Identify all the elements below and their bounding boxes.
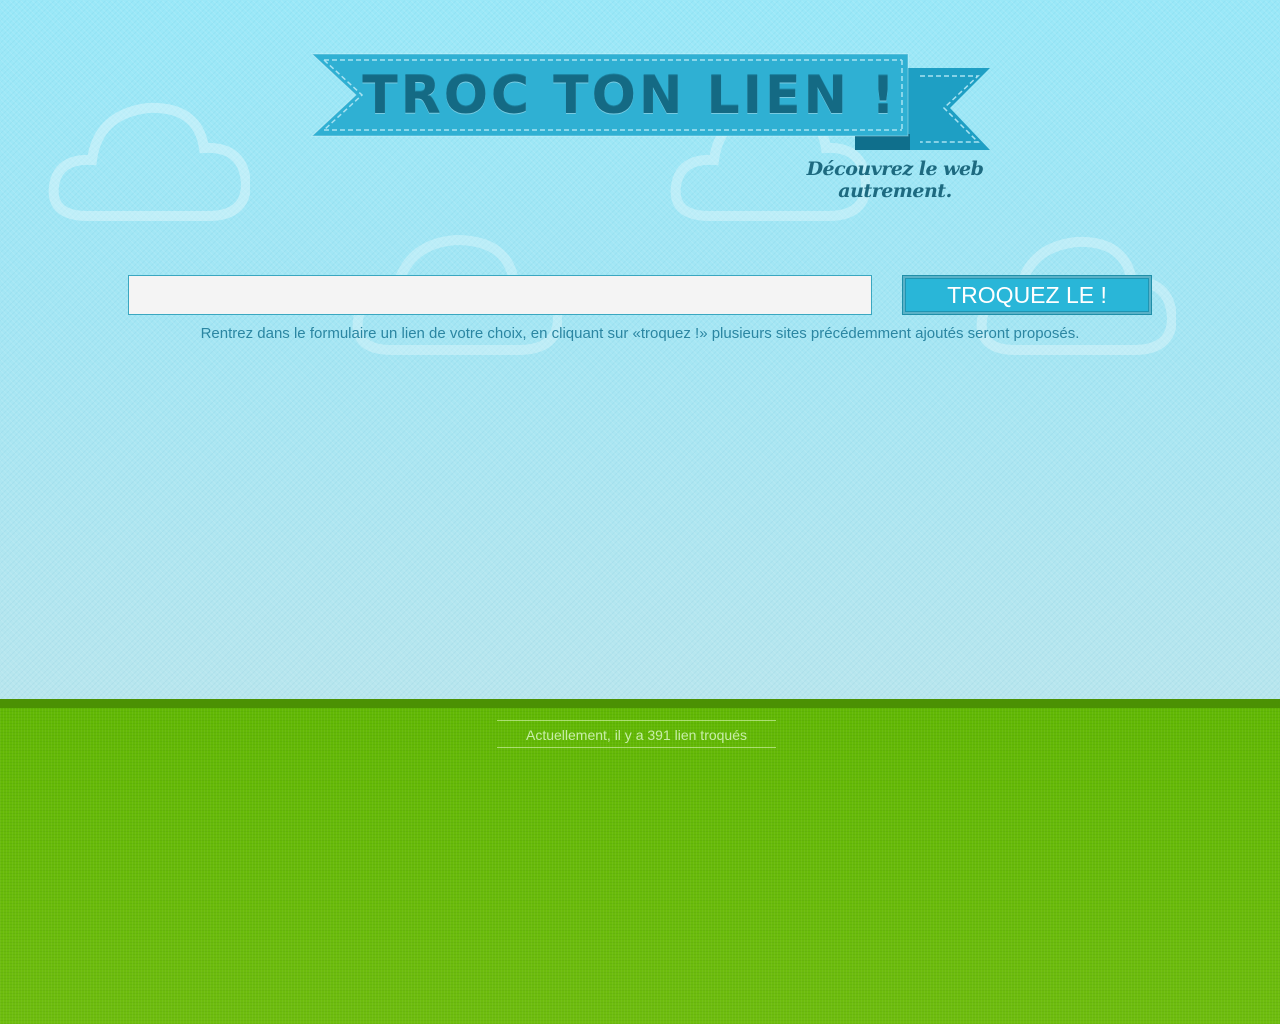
link-input[interactable] xyxy=(128,275,872,315)
logo-title: TROC TON LIEN ! xyxy=(362,66,898,126)
troquez-button[interactable]: TROQUEZ LE ! xyxy=(902,275,1152,315)
help-text: Rentrez dans le formulaire un lien de vo… xyxy=(200,325,1080,342)
links-counter: Actuellement, il y a 391 lien troqués xyxy=(497,720,776,748)
tagline: Découvrez le web autrement. xyxy=(806,158,984,202)
cloud-icon xyxy=(48,102,250,221)
grass-edge xyxy=(0,699,1280,708)
page: TROC TON LIEN ! Découvrez le web autreme… xyxy=(0,0,1280,1024)
logo-ribbon[interactable]: TROC TON LIEN ! xyxy=(310,50,1000,155)
grass-background xyxy=(0,708,1280,1024)
